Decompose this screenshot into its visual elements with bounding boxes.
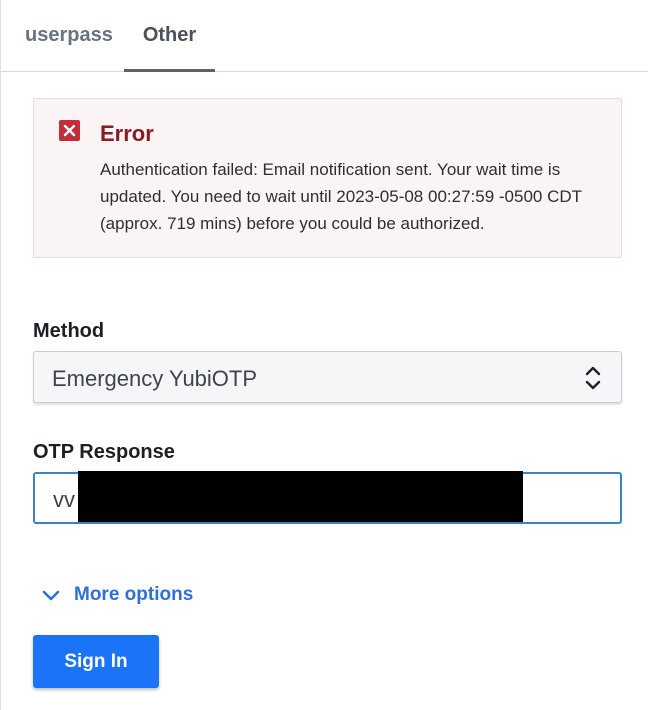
auth-method-tabs: userpass Other	[1, 0, 648, 72]
redaction-block	[78, 471, 523, 522]
method-selected-value: Emergency YubiOTP	[52, 366, 258, 391]
tab-userpass[interactable]: userpass	[25, 24, 113, 72]
method-select[interactable]: Emergency YubiOTP	[33, 351, 622, 403]
chevron-up-down-icon	[585, 364, 601, 397]
error-title: Error	[100, 121, 154, 146]
error-x-icon	[59, 120, 80, 141]
more-options-label: More options	[74, 584, 194, 605]
sign-in-button[interactable]: Sign In	[33, 635, 159, 688]
error-alert: Error Authentication failed: Email notif…	[33, 98, 622, 258]
otp-response-label: OTP Response	[33, 441, 175, 463]
method-label: Method	[33, 320, 105, 342]
auth-panel: userpass Other Error Authentication fail…	[0, 0, 648, 710]
otp-response-value: vv	[53, 487, 75, 512]
active-tab-indicator	[124, 69, 215, 72]
error-message: Authentication failed: Email notificatio…	[100, 160, 582, 233]
tab-other[interactable]: Other	[124, 24, 215, 72]
